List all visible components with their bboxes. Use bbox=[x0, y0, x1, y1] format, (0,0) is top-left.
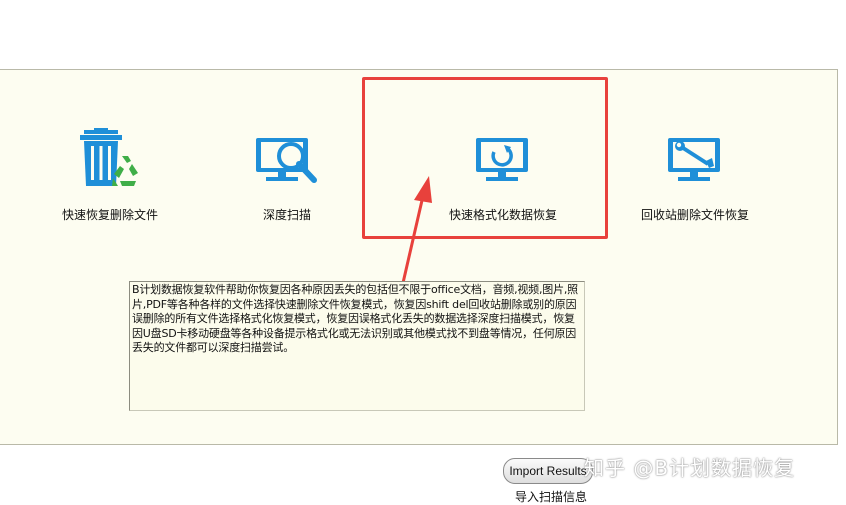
mode-deep-scan[interactable]: 深度扫描 bbox=[222, 128, 352, 223]
import-scan-info-label: 导入扫描信息 bbox=[515, 490, 588, 504]
watermark: 知乎 @B计划数据恢复 bbox=[584, 456, 796, 480]
monitor-magnifier-icon bbox=[256, 138, 317, 183]
description-textbox[interactable]: B计划数据恢复软件帮助你恢复因各种原因丢失的包括但不限于office文档，音频,… bbox=[129, 281, 585, 411]
recycle-bin-icon bbox=[80, 128, 138, 186]
highlight-box bbox=[362, 77, 608, 239]
mode-label: 回收站删除文件恢复 bbox=[640, 208, 749, 222]
mode-recycle-bin-recovery[interactable]: 回收站删除文件恢复 bbox=[630, 128, 760, 223]
mode-quick-recover-deleted[interactable]: 快速恢复删除文件 bbox=[45, 128, 175, 223]
mode-label: 深度扫描 bbox=[262, 208, 311, 222]
import-results-button[interactable]: Import Results bbox=[503, 458, 593, 484]
mode-label: 快速恢复删除文件 bbox=[61, 208, 158, 222]
monitor-wrench-icon bbox=[668, 138, 720, 181]
